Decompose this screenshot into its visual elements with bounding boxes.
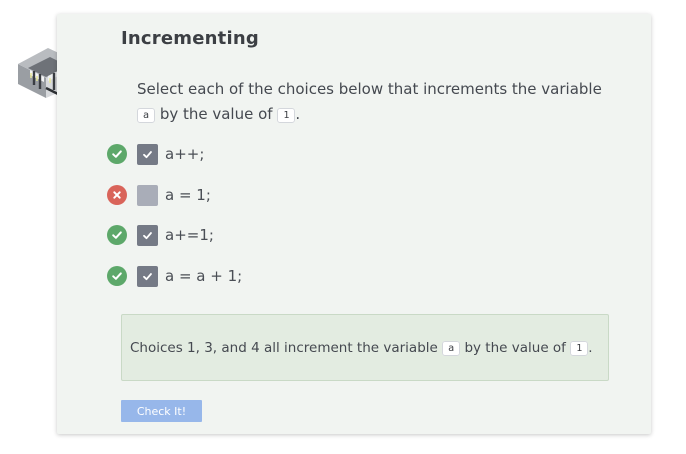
x-circle-icon (107, 185, 127, 205)
prompt-text-middle: by the value of (159, 105, 273, 123)
exercise-title: Incrementing (121, 28, 259, 49)
feedback-panel: Choices 1, 3, and 4 all increment the va… (121, 314, 609, 381)
checkmark-icon (143, 231, 152, 239)
choice-4: a = a + 1; (107, 265, 242, 287)
choice-1-label[interactable]: a++; (165, 145, 204, 163)
check-circle-icon (107, 225, 127, 245)
check-circle-icon (107, 144, 127, 164)
feedback-text-start: Choices 1, 3, and 4 all increment the va… (130, 340, 438, 356)
choice-2-label[interactable]: a = 1; (165, 186, 211, 204)
check-it-button[interactable]: Check It! (121, 400, 202, 422)
feedback-text: Choices 1, 3, and 4 all increment the va… (130, 340, 593, 356)
feedback-text-end: . (588, 340, 593, 356)
choice-4-label[interactable]: a = a + 1; (165, 267, 242, 285)
choice-3-checkbox[interactable] (137, 224, 158, 246)
checkmark-icon (143, 150, 152, 158)
feedback-value-code: 1 (570, 341, 589, 356)
choice-1-checkbox[interactable] (137, 143, 158, 165)
feedback-variable-code: a (442, 341, 461, 356)
prompt-value-code: 1 (277, 108, 296, 123)
choice-3-label[interactable]: a+=1; (165, 226, 214, 244)
prompt-text-end: . (295, 105, 301, 123)
choice-3: a+=1; (107, 224, 214, 246)
choice-1: a++; (107, 143, 204, 165)
feedback-text-middle: by the value of (464, 340, 566, 356)
choice-4-checkbox[interactable] (137, 265, 158, 287)
choice-2-checkbox[interactable] (137, 184, 158, 206)
prompt-variable-code: a (137, 108, 156, 123)
checkmark-icon (143, 272, 152, 280)
prompt-text-start: Select each of the choices below that in… (137, 80, 602, 98)
check-circle-icon (107, 266, 127, 286)
exercise-prompt: Select each of the choices below that in… (137, 77, 607, 128)
choice-2: a = 1; (107, 184, 211, 206)
